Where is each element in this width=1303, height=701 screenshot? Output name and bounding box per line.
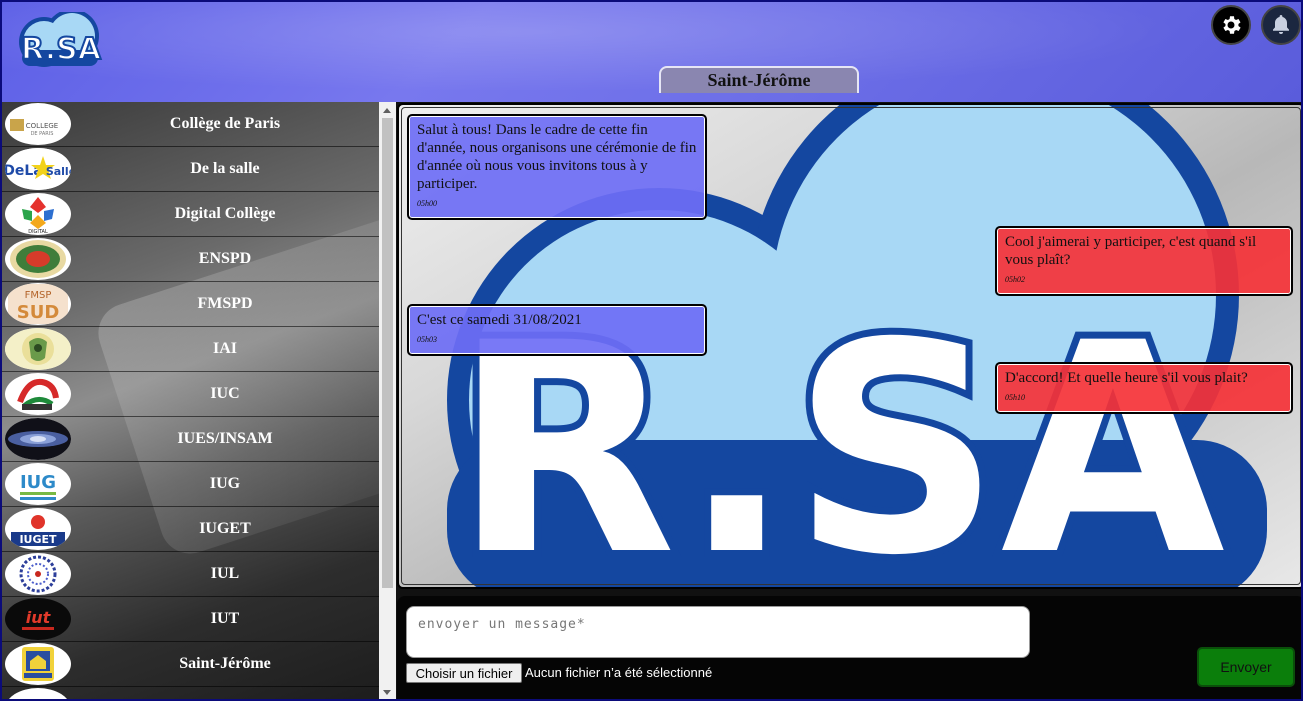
message-time: 05h10 (1005, 393, 1025, 402)
school-name: IUL (210, 565, 240, 582)
school-logo (5, 688, 71, 699)
message-composer: Choisir un fichier Aucun fichier n’a été… (397, 596, 1301, 699)
school-name: De la salle (190, 160, 260, 177)
message-text: D'accord! Et quelle heure s'il vous plai… (1005, 370, 1248, 386)
school-name: FMSPD (197, 295, 253, 312)
message-outgoing: D'accord! Et quelle heure s'il vous plai… (995, 362, 1293, 414)
message-text: C'est ce samedi 31/08/2021 (417, 312, 582, 328)
message-incoming: C'est ce samedi 31/08/2021 05h03 (407, 304, 707, 356)
school-item-saint-jerome[interactable]: Saint-Jérôme (2, 642, 379, 687)
svg-text:SUD: SUD (17, 302, 60, 323)
message-time: 05h03 (417, 335, 437, 344)
school-list[interactable]: COLLEGE DE PARIS Collège de Paris DeLa Sal… (2, 102, 379, 699)
school-name: IUG (209, 475, 241, 492)
svg-text:Salle: Salle (46, 165, 71, 178)
school-name: ENSPD (198, 250, 252, 267)
svg-text:IUGET: IUGET (19, 533, 57, 546)
school-item-iai[interactable]: IAI (2, 327, 379, 372)
tab-active-chat[interactable]: Saint-Jérôme (659, 66, 859, 93)
rsa-logo[interactable]: R.SA (16, 12, 106, 70)
send-button[interactable]: Envoyer (1197, 647, 1295, 687)
svg-text:IUG: IUG (20, 472, 56, 493)
message-text: Cool j'aimerai y participer, c'est quand… (1005, 234, 1257, 268)
school-item-partial[interactable] (2, 687, 379, 699)
iuc-logo (5, 373, 71, 415)
sidebar-scrollbar[interactable] (379, 102, 396, 699)
school-item-digital-college[interactable]: DIGITAL Digital Collège (2, 192, 379, 237)
school-name: IUES/INSAM (177, 430, 273, 447)
school-item-iuget[interactable]: IUGET IUGET (2, 507, 379, 552)
chat-area: R.SA Salut à tous! Dans le cadre de cett… (397, 103, 1301, 589)
school-name: IAI (212, 340, 237, 357)
message-outgoing: Cool j'aimerai y participer, c'est quand… (995, 226, 1293, 296)
school-name: Digital Collège (174, 205, 276, 222)
digital-college-logo: DIGITAL (5, 193, 71, 235)
school-name: Collège de Paris (169, 115, 281, 132)
iug-logo: IUG (5, 463, 71, 505)
iues-insam-logo (5, 418, 71, 460)
message-incoming: Salut à tous! Dans le cadre de cette fin… (407, 114, 707, 220)
school-item-iuc[interactable]: IUC (2, 372, 379, 417)
scroll-up-icon[interactable] (383, 108, 391, 113)
saint-jerome-logo (5, 643, 71, 685)
tab-label: Saint-Jérôme (707, 70, 811, 90)
enspd-logo (5, 238, 71, 280)
iut-logo: iut (5, 598, 71, 640)
logo-text: R.SA (21, 32, 102, 67)
scroll-thumb[interactable] (382, 118, 393, 588)
svg-text:FMSP: FMSP (25, 290, 52, 301)
settings-button[interactable] (1211, 5, 1251, 45)
header-bar: R.SA Saint-Jérôme (2, 2, 1301, 102)
message-time: 05h02 (1005, 275, 1025, 284)
svg-text:iut: iut (26, 608, 52, 627)
de-la-salle-logo: DeLaSalle (5, 148, 71, 190)
svg-text:DE PARIS: DE PARIS (31, 131, 54, 137)
school-name: IUT (210, 610, 240, 627)
school-item-iues-insam[interactable]: IUES/INSAM (2, 417, 379, 462)
gear-icon (1223, 16, 1241, 34)
school-item-iut[interactable]: iut IUT (2, 597, 379, 642)
choose-file-button[interactable]: Choisir un fichier (406, 663, 522, 683)
school-name: IUGET (199, 520, 251, 537)
message-input[interactable] (406, 606, 1030, 658)
school-name: Saint-Jérôme (179, 655, 271, 672)
school-item-de-la-salle[interactable]: DeLaSalle De la salle (2, 147, 379, 192)
iai-logo (5, 328, 71, 370)
school-name: IUC (210, 385, 240, 402)
iul-logo (5, 553, 71, 595)
scroll-down-icon[interactable] (383, 690, 391, 695)
svg-text:COLLEGE: COLLEGE (26, 122, 58, 130)
notifications-button[interactable] (1261, 5, 1301, 45)
school-item-iug[interactable]: IUG IUG (2, 462, 379, 507)
iuget-logo: IUGET (5, 508, 71, 550)
file-status-text: Aucun fichier n’a été sélectionné (525, 665, 713, 680)
school-item-college-de-paris[interactable]: COLLEGE DE PARIS Collège de Paris (2, 102, 379, 147)
school-item-fmspd[interactable]: FMSP SUD FMSPD (2, 282, 379, 327)
bell-icon (1273, 15, 1289, 34)
svg-text:DIGITAL: DIGITAL (28, 229, 48, 233)
school-item-iul[interactable]: IUL (2, 552, 379, 597)
school-item-enspd[interactable]: ENSPD (2, 237, 379, 282)
message-text: Salut à tous! Dans le cadre de cette fin… (417, 122, 697, 192)
college-de-paris-logo: COLLEGE DE PARIS (5, 103, 71, 145)
fmspd-logo: FMSP SUD (5, 283, 71, 325)
message-time: 05h00 (417, 199, 437, 208)
app-window: R.SA Saint-Jérôme COLLEGE DE PARIS Collèg… (0, 0, 1303, 701)
